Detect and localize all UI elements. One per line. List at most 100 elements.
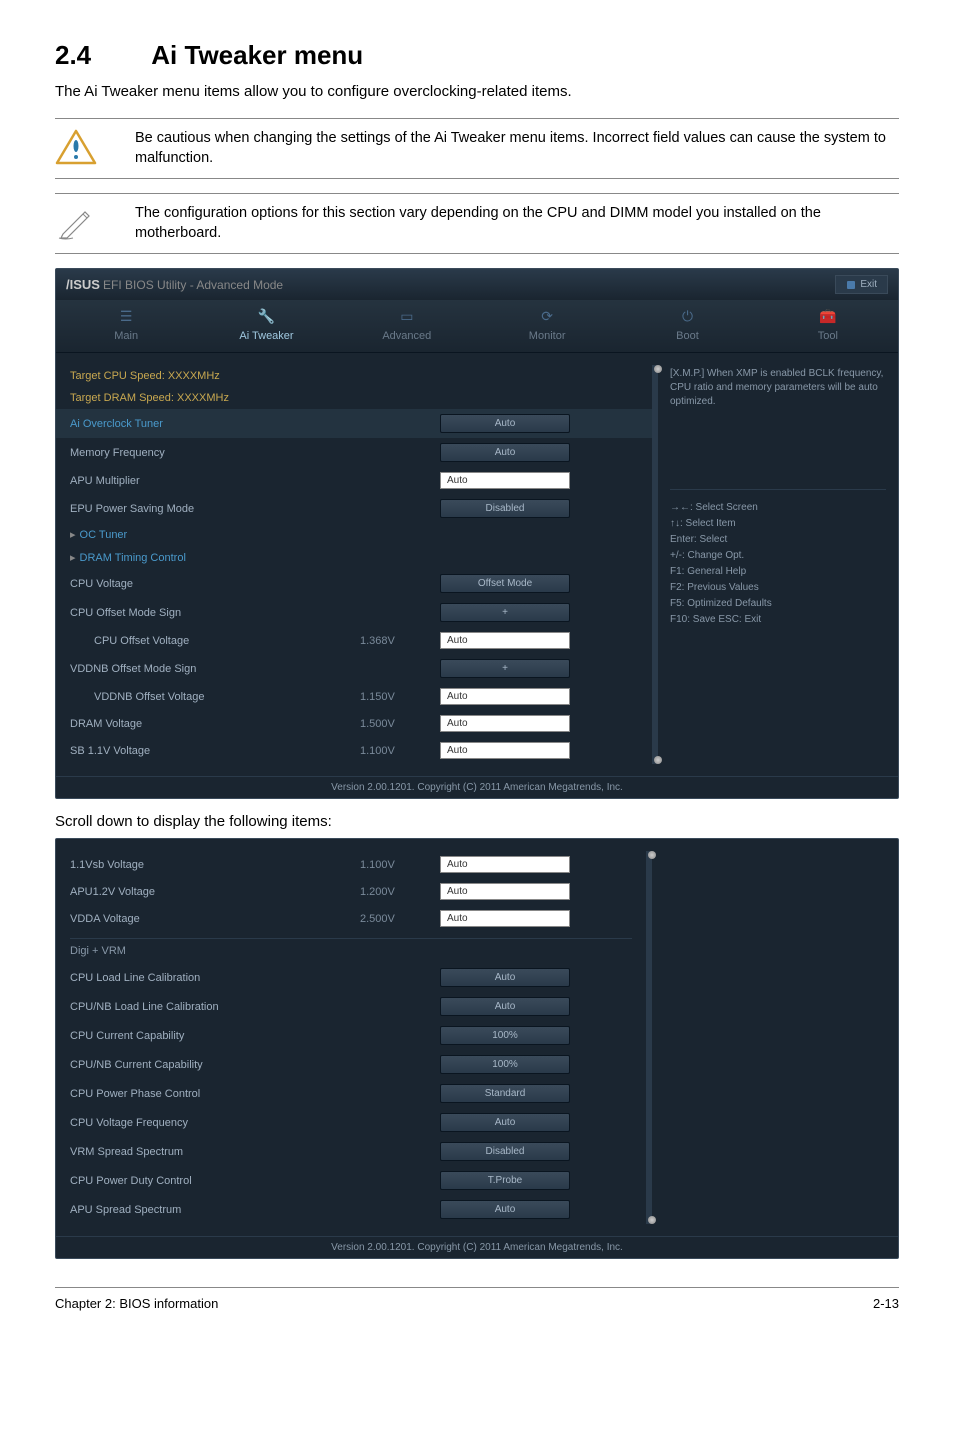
bios-window-main: /ISUS EFI BIOS Utility - Advanced Mode E…: [55, 268, 899, 799]
setting-row[interactable]: Target DRAM Speed: XXXXMHz: [56, 387, 652, 409]
key-hint: +/-: Change Opt.: [670, 548, 886, 564]
tab-tool[interactable]: 🧰Tool: [758, 300, 898, 352]
setting-label: VDDNB Offset Voltage: [70, 691, 360, 703]
input-value[interactable]: Auto: [440, 632, 570, 649]
setting-label: APU Spread Spectrum: [70, 1204, 360, 1216]
tab-monitor[interactable]: ⟳Monitor: [477, 300, 617, 352]
dropdown-value[interactable]: Auto: [440, 997, 570, 1016]
setting-row[interactable]: CPU Current Capability 100%: [56, 1021, 646, 1050]
setting-label: CPU Voltage Frequency: [70, 1117, 360, 1129]
dropdown-value[interactable]: T.Probe: [440, 1171, 570, 1190]
tab-ai-label: Ai Tweaker: [239, 330, 293, 342]
setting-label: CPU/NB Load Line Calibration: [70, 1001, 360, 1013]
tab-advanced[interactable]: ▭Advanced: [337, 300, 477, 352]
pencil-icon: [55, 204, 97, 240]
warning-box: Be cautious when changing the settings o…: [55, 118, 899, 179]
setting-label: 1.1Vsb Voltage: [70, 859, 360, 871]
readout-value: 1.500V: [360, 718, 440, 730]
exit-label: Exit: [860, 279, 877, 290]
footer-left: Chapter 2: BIOS information: [55, 1296, 218, 1311]
tab-main[interactable]: ☰Main: [56, 300, 196, 352]
setting-label: CPU Load Line Calibration: [70, 972, 360, 984]
setting-label: APU Multiplier: [70, 475, 360, 487]
input-value[interactable]: Auto: [440, 472, 570, 489]
dropdown-value[interactable]: Auto: [440, 414, 570, 433]
footer-right: 2-13: [873, 1296, 899, 1311]
scroll-down-icon-2[interactable]: [648, 1216, 656, 1224]
wrench-icon: 🔧: [196, 308, 336, 326]
setting-row[interactable]: Ai Overclock TunerAuto: [56, 409, 652, 438]
dropdown-value[interactable]: Auto: [440, 1113, 570, 1132]
setting-row[interactable]: CPU Voltage Offset Mode: [56, 569, 652, 598]
setting-row[interactable]: CPU Voltage Frequency Auto: [56, 1108, 646, 1137]
setting-row[interactable]: VDDNB Offset Mode Sign +: [56, 654, 652, 683]
dropdown-value[interactable]: 100%: [440, 1055, 570, 1074]
scroll-caption: Scroll down to display the following ite…: [55, 813, 899, 830]
input-value[interactable]: Auto: [440, 742, 570, 759]
setting-row[interactable]: APU1.2V Voltage1.200VAuto: [56, 878, 646, 905]
setting-label: Memory Frequency: [70, 447, 360, 459]
setting-label: CPU Power Duty Control: [70, 1175, 360, 1187]
dropdown-value[interactable]: +: [440, 659, 570, 678]
setting-row[interactable]: CPU Power Duty Control T.Probe: [56, 1166, 646, 1195]
tab-boot[interactable]: ⏻Boot: [617, 300, 757, 352]
setting-row[interactable]: CPU Load Line Calibration Auto: [56, 963, 646, 992]
setting-row[interactable]: VDDNB Offset Voltage1.150VAuto: [56, 683, 652, 710]
input-value[interactable]: Auto: [440, 688, 570, 705]
setting-row[interactable]: 1.1Vsb Voltage1.100VAuto: [56, 851, 646, 878]
setting-label: Target CPU Speed: XXXXMHz: [70, 370, 360, 382]
setting-row[interactable]: Memory Frequency Auto: [56, 438, 652, 467]
readout-value: 1.100V: [360, 859, 440, 871]
dropdown-value[interactable]: Auto: [440, 1200, 570, 1219]
scrollbar-2[interactable]: [646, 851, 652, 1224]
chip-icon: ▭: [337, 308, 477, 326]
setting-row[interactable]: DRAM Voltage1.500VAuto: [56, 710, 652, 737]
bios-logo: /ISUS: [66, 277, 100, 292]
list-icon: ☰: [56, 308, 196, 326]
input-value[interactable]: Auto: [440, 910, 570, 927]
setting-row[interactable]: EPU Power Saving Mode Disabled: [56, 494, 652, 523]
dropdown-value[interactable]: Auto: [440, 968, 570, 987]
setting-label: CPU Voltage: [70, 578, 360, 590]
setting-row[interactable]: CPU Power Phase ControlStandard: [56, 1079, 646, 1108]
setting-label: Target DRAM Speed: XXXXMHz: [70, 392, 360, 404]
setting-row[interactable]: CPU Offset Voltage1.368VAuto: [56, 627, 652, 654]
input-value[interactable]: Auto: [440, 715, 570, 732]
setting-row[interactable]: SB 1.1V Voltage1.100VAuto: [56, 737, 652, 764]
key-hint: Enter: Select: [670, 532, 886, 548]
setting-label: VDDNB Offset Mode Sign: [70, 663, 360, 675]
scroll-up-icon-2[interactable]: [648, 851, 656, 859]
dropdown-value[interactable]: Offset Mode: [440, 574, 570, 593]
key-hint: F1: General Help: [670, 564, 886, 580]
setting-row[interactable]: CPU Offset Mode Sign+: [56, 598, 652, 627]
input-value[interactable]: Auto: [440, 856, 570, 873]
exit-button[interactable]: Exit: [835, 275, 888, 294]
setting-row[interactable]: CPU/NB Current Capability100%: [56, 1050, 646, 1079]
tab-bar: ☰Main 🔧 Ai Tweaker ▭Advanced ⟳Monitor ⏻Bo…: [56, 300, 898, 353]
readout-value: 2.500V: [360, 913, 440, 925]
tab-ai-tweaker[interactable]: 🔧 Ai Tweaker: [196, 300, 336, 352]
bios-titlebar: /ISUS EFI BIOS Utility - Advanced Mode E…: [56, 269, 898, 300]
setting-row[interactable]: APU Spread Spectrum Auto: [56, 1195, 646, 1224]
bios-footer-2: Version 2.00.1201. Copyright (C) 2011 Am…: [56, 1236, 898, 1258]
setting-row[interactable]: CPU/NB Load Line Calibration Auto: [56, 992, 646, 1021]
setting-row[interactable]: Target CPU Speed: XXXXMHz: [56, 365, 652, 387]
setting-row[interactable]: APU Multiplier Auto: [56, 467, 652, 494]
tab-mon-label: Monitor: [529, 330, 566, 342]
setting-row[interactable]: VRM Spread SpectrumDisabled: [56, 1137, 646, 1166]
dropdown-value[interactable]: Disabled: [440, 1142, 570, 1161]
setting-row[interactable]: ▸OC Tuner: [56, 523, 652, 546]
setting-row[interactable]: VDDA Voltage2.500VAuto: [56, 905, 646, 932]
intro-text: The Ai Tweaker menu items allow you to c…: [55, 83, 899, 100]
dropdown-value[interactable]: +: [440, 603, 570, 622]
dropdown-value[interactable]: Standard: [440, 1084, 570, 1103]
setting-label: CPU Current Capability: [70, 1030, 360, 1042]
dropdown-value[interactable]: 100%: [440, 1026, 570, 1045]
setting-label: SB 1.1V Voltage: [70, 745, 360, 757]
setting-label: EPU Power Saving Mode: [70, 503, 360, 515]
dropdown-value[interactable]: Disabled: [440, 499, 570, 518]
dropdown-value[interactable]: Auto: [440, 443, 570, 462]
setting-row[interactable]: ▸DRAM Timing Control: [56, 546, 652, 569]
key-hint: F2: Previous Values: [670, 580, 886, 596]
input-value[interactable]: Auto: [440, 883, 570, 900]
